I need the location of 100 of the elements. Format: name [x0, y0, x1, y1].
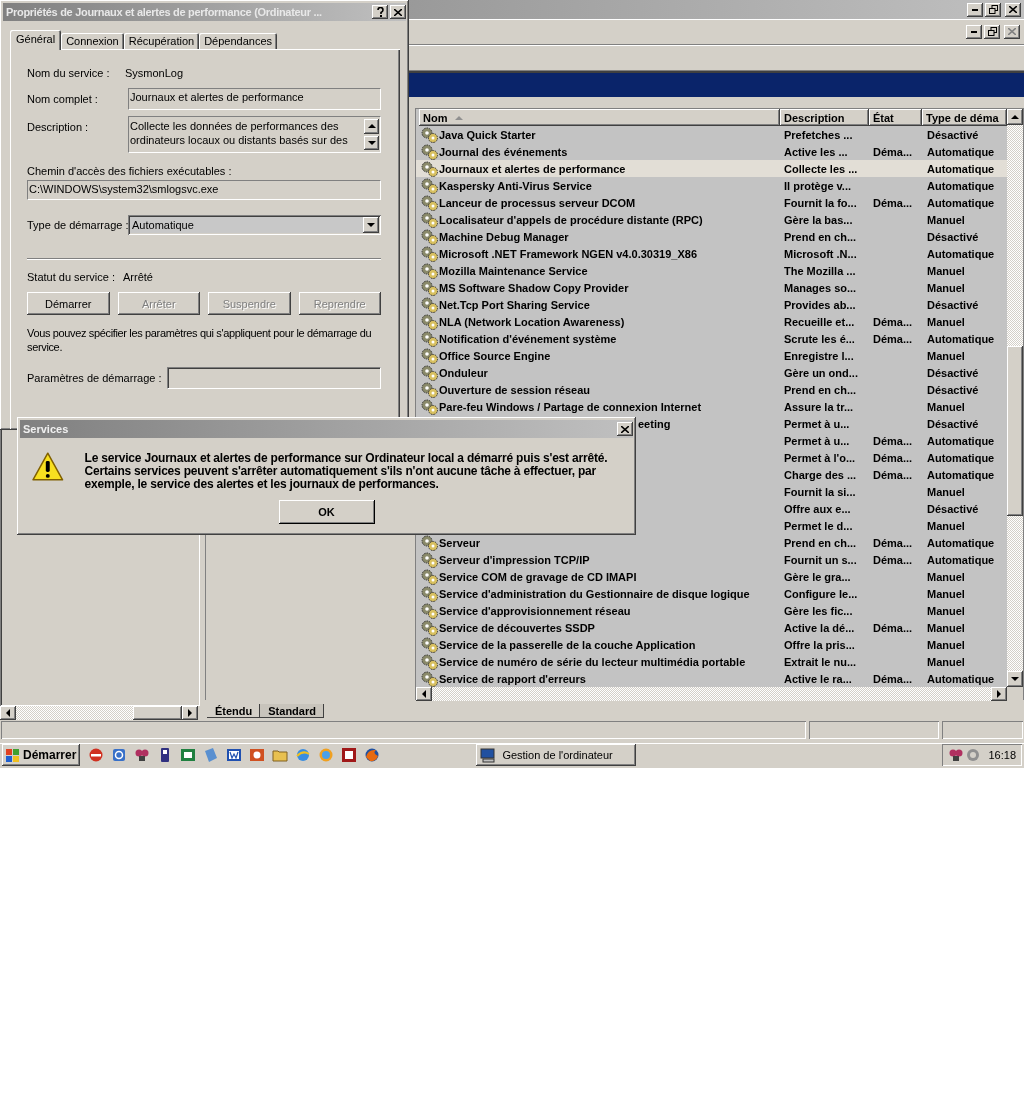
startup-type: Manuel [926, 604, 966, 617]
dialog-tab[interactable]: Récupération [123, 33, 200, 49]
taskbar-button[interactable]: Gestion de l'ordinateur [476, 744, 637, 766]
startup-type: Désactivé [926, 502, 980, 515]
startup-type: Automatique [926, 179, 996, 192]
service-state: Déma... [872, 315, 914, 328]
service-name: Serveur d'impression TCP/IP [439, 553, 590, 566]
service-row[interactable]: Journaux et alertes de performance Collecte les ... Automatique [416, 160, 1007, 177]
scroll-right-button[interactable] [182, 706, 198, 720]
ok-button[interactable]: OK [278, 500, 375, 524]
service-description: Active la dé... [783, 621, 856, 634]
gears-icon [421, 551, 438, 568]
scroll-right-button[interactable] [991, 687, 1007, 701]
service-row[interactable]: Ouverture de session réseau Prend en ch... Désactivé [416, 381, 1007, 398]
service-description: Permet à u... [783, 434, 851, 447]
view-tab[interactable]: Standard [260, 704, 324, 718]
restore-button[interactable] [984, 24, 1000, 39]
clock: 16:18 [988, 749, 1016, 761]
minimize-button[interactable] [967, 2, 983, 17]
service-row[interactable]: Notification d'événement système Scrute les é... Déma... Automatique [416, 330, 1007, 347]
scroll-thumb[interactable] [1007, 346, 1023, 516]
minimize-button[interactable] [966, 24, 982, 39]
service-name: Service d'approvisionnement réseau [439, 604, 631, 617]
service-description: Prend en ch... [783, 230, 858, 243]
dropdown-arrow-icon [367, 222, 375, 228]
dialog-tab[interactable]: Dépendances [199, 33, 278, 49]
service-row[interactable]: Pare-feu Windows / Partage de connexion Internet Assure la tr... Manuel [416, 398, 1007, 415]
service-row[interactable]: Service d'administration du Gestionnaire de disque logique Configure le... Manuel [416, 585, 1007, 602]
right-arrow-icon [187, 709, 193, 717]
service-row[interactable]: Journal des événements Active les ... Déma... Automatique [416, 143, 1007, 160]
service-description: Gère la bas... [783, 213, 854, 226]
startup-type: Désactivé [926, 417, 980, 430]
scroll-left-button[interactable] [416, 687, 432, 701]
blocked-icon[interactable] [88, 747, 105, 763]
close-button[interactable] [390, 5, 406, 19]
scroll-left-button[interactable] [0, 706, 16, 720]
scroll-thumb[interactable] [132, 706, 182, 720]
service-row[interactable]: Onduleur Gère un ond... Désactivé [416, 364, 1007, 381]
restore-button[interactable] [985, 2, 1001, 17]
service-row[interactable]: Java Quick Starter Prefetches ... Désactivé [416, 126, 1007, 143]
service-row[interactable]: NLA (Network Location Awareness) Recueille et... Déma... Manuel [416, 313, 1007, 330]
view-tab[interactable]: Étendu [207, 704, 261, 718]
gears-icon [421, 143, 438, 160]
gears-icon [421, 262, 438, 279]
service-row[interactable]: MS Software Shadow Copy Provider Manages so... Manuel [416, 279, 1007, 296]
service-row[interactable]: Service COM de gravage de CD IMAPI Gère le gra... Manuel [416, 568, 1007, 585]
service-row[interactable]: Office Source Engine Enregistre l... Manuel [416, 347, 1007, 364]
display-name-field[interactable]: Journaux et alertes de performance [128, 88, 381, 110]
service-row[interactable]: Kaspersky Anti-Virus Service Il protège v... Automatique [416, 177, 1007, 194]
startup-type: Automatique [926, 672, 996, 685]
scroll-up-button[interactable] [1007, 109, 1023, 125]
document-icon[interactable] [226, 747, 243, 763]
service-state: Déma... [872, 553, 914, 566]
column-header[interactable]: Description [780, 109, 869, 126]
start-button[interactable]: Démarrer [2, 744, 81, 766]
startup-type: Automatique [926, 332, 996, 345]
scroll-up-button[interactable] [364, 119, 379, 134]
startup-type: Automatique [926, 468, 996, 481]
help-button[interactable] [372, 5, 388, 19]
service-row[interactable]: Service de la passerelle de la couche Application Offre la pris... Manuel [416, 636, 1007, 653]
service-row[interactable]: Machine Debug Manager Prend en ch... Désactivé [416, 228, 1007, 245]
service-row[interactable]: Serveur d'impression TCP/IP Fournit un s... Déma... Automatique [416, 551, 1007, 568]
service-row[interactable]: Serveur Prend en ch... Déma... Automatique [416, 534, 1007, 551]
service-row[interactable]: Microsoft .NET Framework NGEN v4.0.30319_X86 Microsoft .N... Automatique [416, 245, 1007, 262]
service-button[interactable]: Démarrer [27, 292, 110, 315]
globe-icon[interactable] [364, 747, 381, 763]
scroll-down-button[interactable] [364, 135, 379, 150]
service-description: Fournit un s... [783, 553, 858, 566]
close-button[interactable] [1004, 24, 1020, 39]
dialog-tab[interactable]: Général [10, 30, 62, 50]
field-label: Description : [27, 121, 90, 133]
service-row[interactable]: Service de numéro de série du lecteur multimédia portable Extrait le nu... Manuel [416, 653, 1007, 670]
left-arrow-icon [421, 690, 427, 698]
service-row[interactable]: Service d'approvisionnement réseau Gère les fic... Manuel [416, 602, 1007, 619]
startup-type-select[interactable]: Automatique [128, 215, 381, 235]
refresh-icon[interactable] [111, 747, 128, 763]
service-row[interactable]: Net.Tcp Port Sharing Service Provides ab... Désactivé [416, 296, 1007, 313]
path-field[interactable]: C:\WINDOWS\system32\smlogsvc.exe [27, 180, 381, 200]
presentation-icon[interactable] [249, 747, 266, 763]
service-row[interactable]: Mozilla Maintenance Service The Mozilla ... Manuel [416, 262, 1007, 279]
tray-app-icon[interactable] [948, 747, 964, 763]
service-description: Offre la pris... [783, 638, 856, 651]
close-button[interactable] [1005, 2, 1021, 17]
service-row[interactable]: Lanceur de processus serveur DCOM Fournit la fo... Déma... Automatique [416, 194, 1007, 211]
service-row[interactable]: Service de découvertes SSDP Active la dé... Déma... Manuel [416, 619, 1007, 636]
scroll-down-button[interactable] [1007, 671, 1023, 687]
column-header[interactable]: Type de déma [922, 109, 1007, 126]
service-row[interactable]: Service de rapport d'erreurs Active le ra... Déma... Automatique [416, 670, 1007, 687]
service-row[interactable]: Localisateur d'appels de procédure distante (RPC) Gère la bas... Manuel [416, 211, 1007, 228]
column-header[interactable]: Nom [419, 109, 780, 126]
tray-app-icon[interactable] [134, 747, 151, 763]
dialog-tab[interactable]: Connexion [61, 33, 124, 49]
gears-icon [421, 313, 438, 330]
column-header[interactable]: État [869, 109, 922, 126]
gears-icon [421, 126, 438, 143]
close-button[interactable] [617, 422, 633, 436]
startup-type: Désactivé [926, 366, 980, 379]
spreadsheet-icon[interactable] [180, 747, 197, 763]
description-field[interactable]: Collecte les données de performances des ordinateurs locaux ou distants basés sur des [128, 116, 381, 153]
service-description: Permet le d... [783, 519, 854, 532]
